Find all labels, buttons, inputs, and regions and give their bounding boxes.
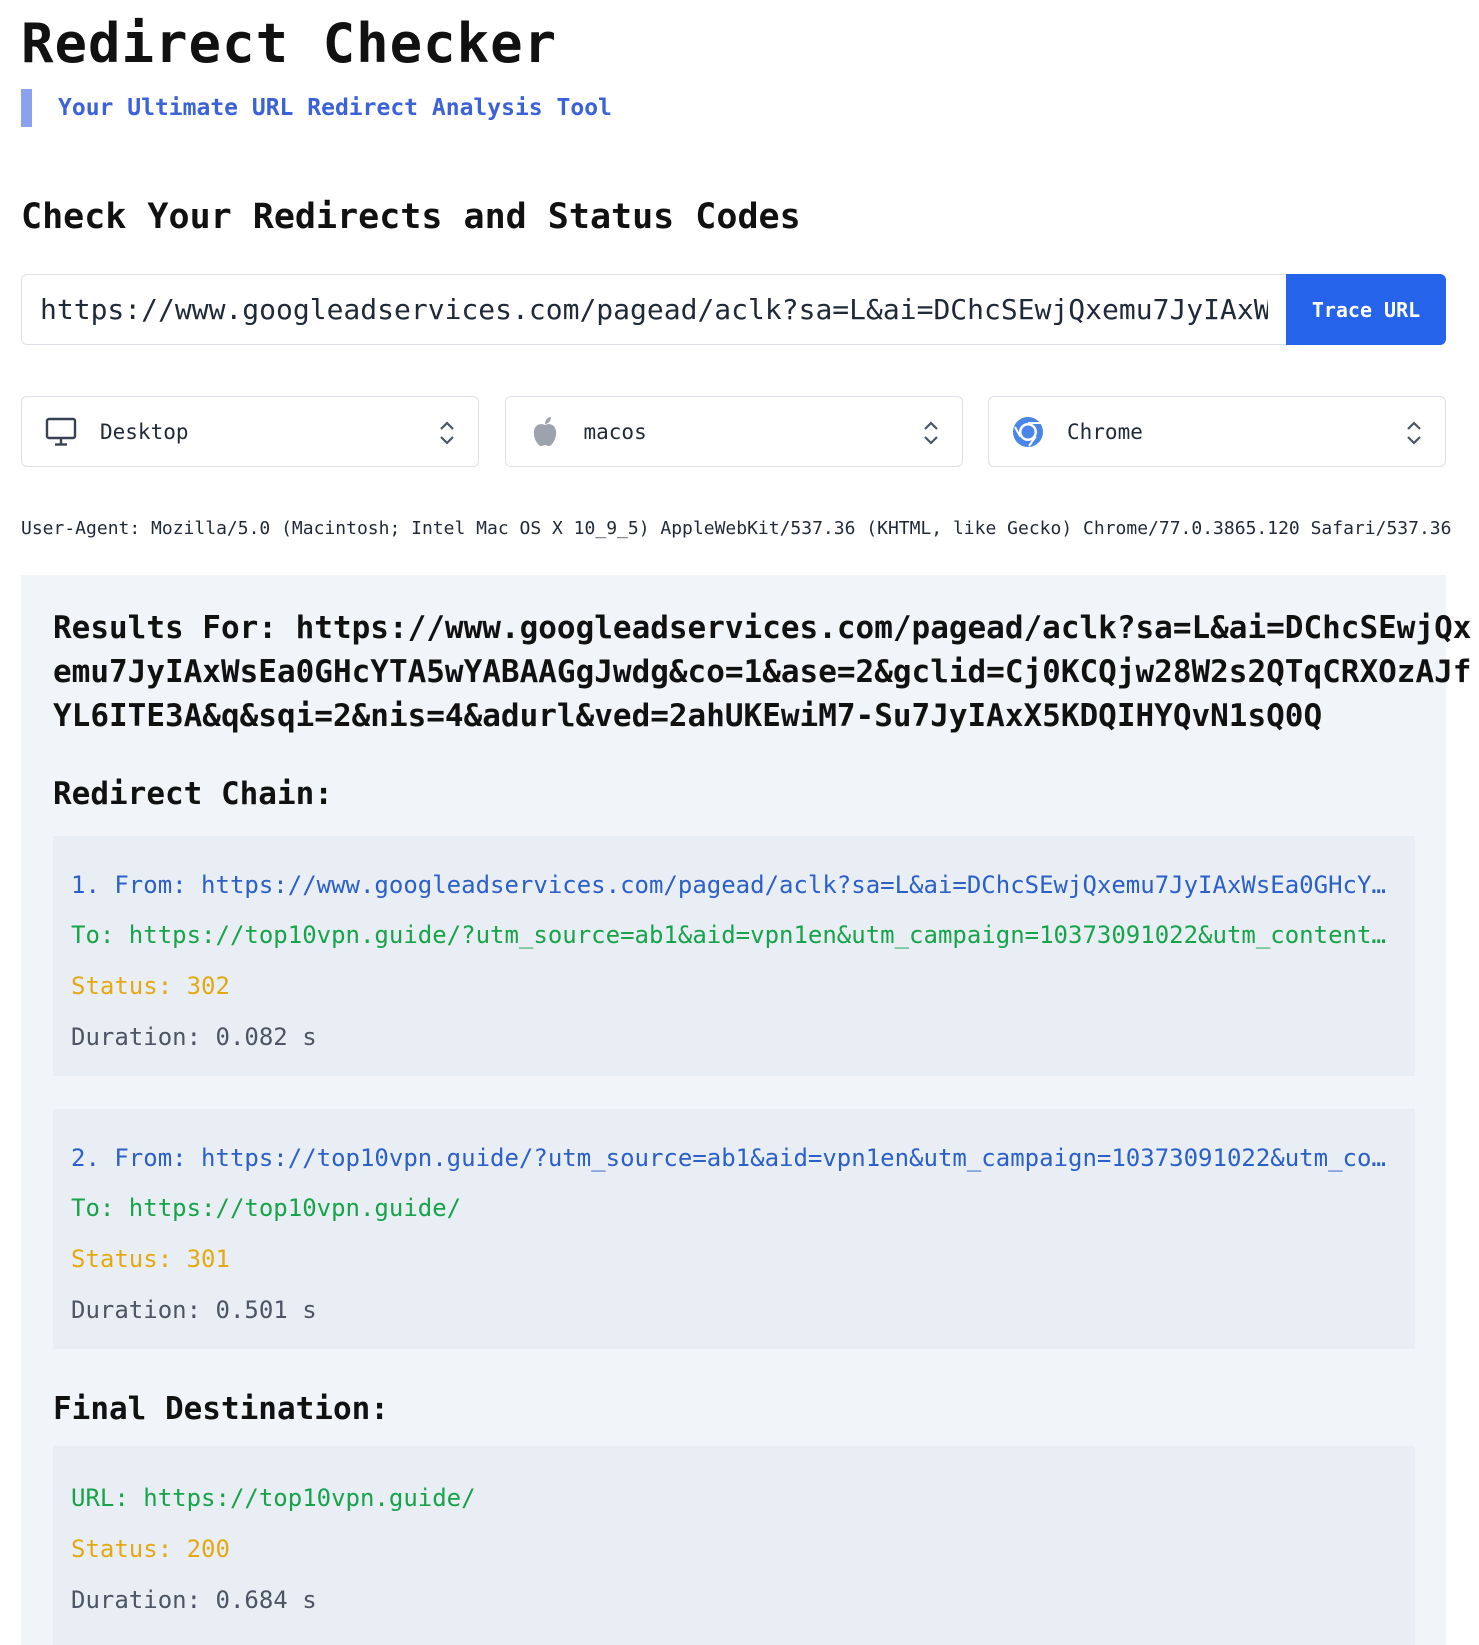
url-form: Trace URL bbox=[21, 274, 1446, 345]
os-select[interactable]: macos bbox=[504, 396, 963, 467]
url-input[interactable] bbox=[21, 274, 1286, 345]
redirect-status: Status: 302 bbox=[71, 972, 230, 1000]
section-title: Check Your Redirects and Status Codes bbox=[21, 197, 801, 237]
chevron-up-down-icon bbox=[922, 419, 940, 447]
redirect-to-url[interactable]: To: https://top10vpn.guide/ bbox=[71, 1193, 1389, 1223]
browser-select-label: Chrome bbox=[1067, 419, 1143, 444]
browser-select[interactable]: Chrome bbox=[988, 396, 1446, 467]
final-url[interactable]: URL: https://top10vpn.guide/ bbox=[71, 1483, 1389, 1513]
final-destination-title: Final Destination: bbox=[53, 1391, 389, 1427]
monitor-icon bbox=[44, 415, 78, 449]
redirect-chain-title: Redirect Chain: bbox=[53, 776, 333, 812]
redirect-step-card: 1. From: https://www.googleadservices.co… bbox=[53, 836, 1415, 1076]
redirect-step-card: 2. From: https://top10vpn.guide/?utm_sou… bbox=[53, 1109, 1415, 1349]
tagline-accent-bar bbox=[21, 89, 32, 127]
final-status: Status: 200 bbox=[71, 1535, 230, 1563]
redirect-status: Status: 301 bbox=[71, 1245, 230, 1273]
device-select[interactable]: Desktop bbox=[21, 396, 479, 467]
redirect-to-url[interactable]: To: https://top10vpn.guide/?utm_source=a… bbox=[71, 920, 1389, 950]
page-title: Redirect Checker bbox=[21, 12, 558, 75]
apple-icon bbox=[528, 415, 562, 449]
results-title: Results For: https://www.googleadservice… bbox=[53, 610, 1472, 734]
final-duration: Duration: 0.684 s bbox=[71, 1586, 317, 1614]
redirect-duration: Duration: 0.082 s bbox=[71, 1023, 317, 1051]
os-select-label: macos bbox=[583, 419, 647, 444]
tagline: Your Ultimate URL Redirect Analysis Tool bbox=[58, 95, 612, 121]
chevron-up-down-icon bbox=[438, 419, 456, 447]
user-agent-string: User-Agent: Mozilla/5.0 (Macintosh; Inte… bbox=[21, 518, 1452, 539]
trace-url-button[interactable]: Trace URL bbox=[1286, 274, 1446, 345]
device-select-label: Desktop bbox=[100, 419, 189, 444]
chevron-up-down-icon bbox=[1405, 419, 1423, 447]
redirect-from-url[interactable]: 2. From: https://top10vpn.guide/?utm_sou… bbox=[71, 1143, 1389, 1173]
final-destination-card: URL: https://top10vpn.guide/ Status: 200… bbox=[53, 1446, 1415, 1645]
chrome-icon bbox=[1011, 415, 1045, 449]
select-row: Desktop macos Chrome bbox=[21, 396, 1446, 467]
redirect-from-url[interactable]: 1. From: https://www.googleadservices.co… bbox=[71, 870, 1389, 900]
redirect-duration: Duration: 0.501 s bbox=[71, 1296, 317, 1324]
